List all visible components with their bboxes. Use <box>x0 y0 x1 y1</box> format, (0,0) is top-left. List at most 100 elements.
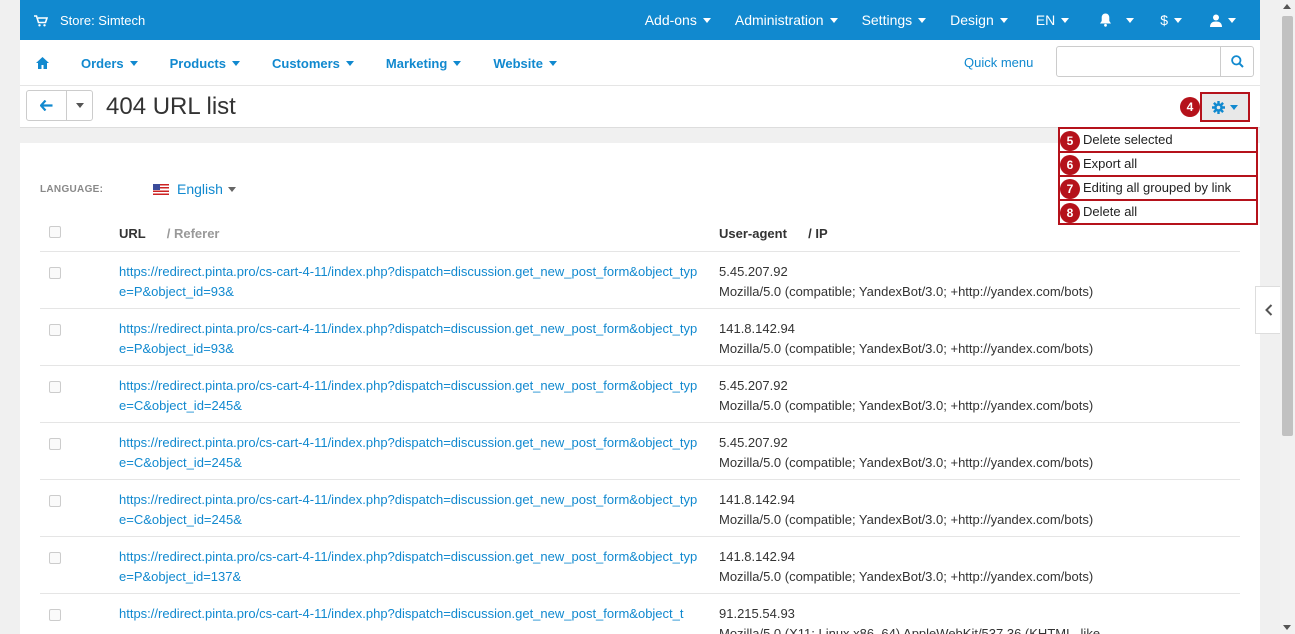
caret-icon <box>345 60 354 66</box>
nav-orders-label: Orders <box>81 55 124 71</box>
row-checkbox-cell <box>40 422 119 480</box>
language-value: English <box>177 181 223 197</box>
ip-value: 141.8.142.94 <box>719 320 795 336</box>
search-icon <box>1230 55 1244 68</box>
scrollbar-thumb[interactable] <box>1282 16 1293 436</box>
caret-icon <box>231 60 240 66</box>
user-agent-value: Mozilla/5.0 (compatible; YandexBot/3.0; … <box>719 568 1094 584</box>
menu-item-label: Export all <box>1083 156 1138 171</box>
gear-icon <box>1212 100 1225 114</box>
settings-dropdown-menu: 5 Delete selected 6 Export all 7 Editing… <box>1058 127 1258 225</box>
nav-website-label: Website <box>493 55 543 71</box>
menu-addons[interactable]: Add-ons <box>633 0 723 40</box>
language-selector[interactable]: English <box>153 181 236 197</box>
ua-cell: 141.8.142.94 Mozilla/5.0 (compatible; Yan… <box>719 536 1240 594</box>
menu-notifications[interactable] <box>1085 0 1148 40</box>
url-link[interactable]: https://redirect.pinta.pro/cs-cart-4-11/… <box>119 365 719 423</box>
nav-products-label: Products <box>169 55 226 71</box>
caret-icon <box>227 186 236 192</box>
annotation-badge: 7 <box>1060 179 1080 199</box>
sidebar-toggle-button[interactable] <box>1255 286 1281 334</box>
ip-sort-link[interactable]: / IP <box>808 226 828 241</box>
header-checkbox-cell <box>40 216 119 252</box>
nav-orders[interactable]: Orders <box>65 56 154 71</box>
caret-icon <box>1061 17 1070 23</box>
menu-item-label: Editing all grouped by link <box>1083 180 1232 195</box>
bell-icon <box>1099 13 1112 27</box>
user-agent-value: Mozilla/5.0 (X11; Linux x86_64) AppleWeb… <box>719 625 1101 634</box>
user-agent-sort-link[interactable]: User-agent <box>719 226 787 241</box>
menu-settings[interactable]: Settings <box>850 0 939 40</box>
referer-sort-link[interactable]: / Referer <box>167 226 220 241</box>
user-agent-value: Mozilla/5.0 (compatible; YandexBot/3.0; … <box>719 397 1094 413</box>
url-link[interactable]: https://redirect.pinta.pro/cs-cart-4-11/… <box>119 308 719 366</box>
table-row: https://redirect.pinta.pro/cs-cart-4-11/… <box>40 365 1240 423</box>
menu-addons-label: Add-ons <box>644 12 697 28</box>
user-agent-value: Mozilla/5.0 (compatible; YandexBot/3.0; … <box>719 340 1094 356</box>
home-icon <box>36 57 49 69</box>
ua-cell: 5.45.207.92 Mozilla/5.0 (compatible; Yand… <box>719 422 1240 480</box>
annotation-badge: 4 <box>1180 97 1200 117</box>
ip-value: 5.45.207.92 <box>719 434 788 450</box>
store-selector[interactable]: Store: Simtech <box>34 13 145 28</box>
menu-item-delete-all[interactable]: 8 Delete all <box>1058 199 1258 225</box>
menu-design[interactable]: Design <box>938 0 1020 40</box>
page-scrollbar[interactable] <box>1280 0 1295 634</box>
caret-icon <box>1174 17 1182 23</box>
row-checkbox[interactable] <box>49 380 61 393</box>
home-link[interactable] <box>20 57 65 69</box>
url-link[interactable]: https://redirect.pinta.pro/cs-cart-4-11/… <box>119 479 719 537</box>
main-navbar: Orders Products Customers Marketing Webs… <box>20 40 1260 86</box>
ip-value: 91.215.54.93 <box>719 605 795 621</box>
caret-icon <box>129 60 138 66</box>
user-agent-value: Mozilla/5.0 (compatible; YandexBot/3.0; … <box>719 283 1094 299</box>
menu-item-editing-grouped[interactable]: 7 Editing all grouped by link <box>1058 175 1258 201</box>
caret-icon <box>75 103 84 108</box>
nav-customers[interactable]: Customers <box>256 56 370 71</box>
ua-cell: 5.45.207.92 Mozilla/5.0 (compatible; Yand… <box>719 365 1240 423</box>
row-checkbox-cell <box>40 251 119 309</box>
url-link[interactable]: https://redirect.pinta.pro/cs-cart-4-11/… <box>119 422 719 480</box>
menu-design-label: Design <box>950 12 994 28</box>
menu-currency[interactable]: $ <box>1148 0 1194 40</box>
back-history-dropdown[interactable] <box>67 91 92 120</box>
ip-value: 141.8.142.94 <box>719 548 795 564</box>
nav-marketing[interactable]: Marketing <box>370 56 477 71</box>
scroll-up-arrow-icon[interactable] <box>1283 4 1291 9</box>
menu-language[interactable]: EN <box>1020 0 1085 40</box>
row-checkbox[interactable] <box>49 323 61 336</box>
row-checkbox[interactable] <box>49 266 61 279</box>
annotation-badge: 8 <box>1060 203 1080 223</box>
annotation-badge: 6 <box>1060 155 1080 175</box>
menu-item-export-all[interactable]: 6 Export all <box>1058 151 1258 177</box>
menu-item-label: Delete all <box>1083 204 1138 219</box>
nav-website[interactable]: Website <box>477 56 573 71</box>
row-checkbox[interactable] <box>49 494 61 507</box>
ip-value: 5.45.207.92 <box>719 377 788 393</box>
nav-products[interactable]: Products <box>154 56 256 71</box>
search-box[interactable] <box>1056 46 1254 77</box>
menu-item-delete-selected[interactable]: 5 Delete selected <box>1058 127 1258 153</box>
menu-administration[interactable]: Administration <box>723 0 850 40</box>
scroll-down-arrow-icon[interactable] <box>1283 625 1291 630</box>
row-checkbox[interactable] <box>49 608 61 621</box>
settings-gear-button[interactable] <box>1200 92 1250 122</box>
row-checkbox[interactable] <box>49 437 61 450</box>
select-all-checkbox[interactable] <box>49 225 61 238</box>
url-link[interactable]: https://redirect.pinta.pro/cs-cart-4-11/… <box>119 593 719 634</box>
row-checkbox[interactable] <box>49 551 61 564</box>
caret-icon <box>702 17 711 23</box>
url-sort-link[interactable]: URL <box>119 226 145 241</box>
url-link[interactable]: https://redirect.pinta.pro/cs-cart-4-11/… <box>119 251 719 309</box>
caret-icon <box>453 60 462 66</box>
table-row: https://redirect.pinta.pro/cs-cart-4-11/… <box>40 593 1240 634</box>
ua-cell: 91.215.54.93 Mozilla/5.0 (X11; Linux x86_… <box>719 593 1240 634</box>
menu-user[interactable] <box>1194 0 1260 40</box>
row-checkbox-cell <box>40 536 119 594</box>
back-button[interactable] <box>27 91 67 120</box>
quick-menu-link[interactable]: Quick menu <box>964 55 1033 70</box>
search-button[interactable] <box>1220 47 1253 76</box>
url-link[interactable]: https://redirect.pinta.pro/cs-cart-4-11/… <box>119 536 719 594</box>
nav-customers-label: Customers <box>271 55 340 71</box>
cart-icon <box>34 14 48 27</box>
